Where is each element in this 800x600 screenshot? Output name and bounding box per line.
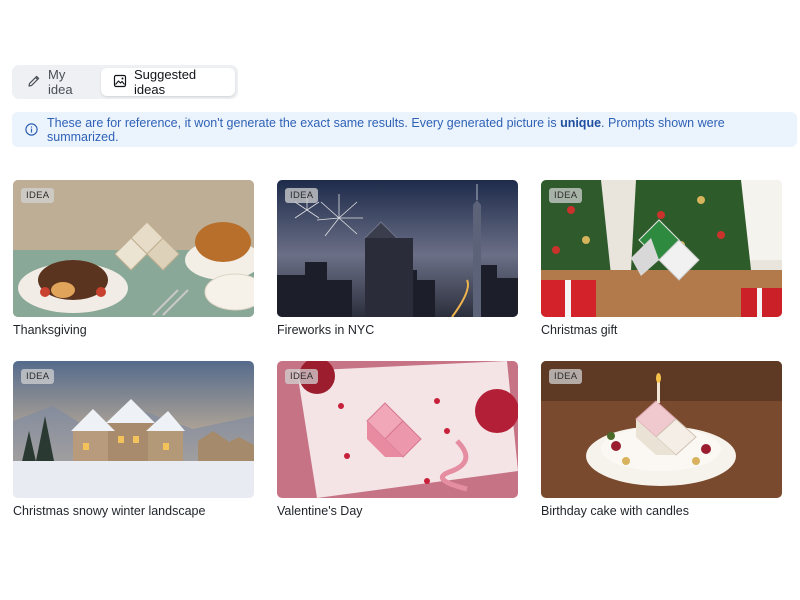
banner-text: These are for reference, it won't genera… <box>47 116 797 144</box>
idea-card-thanksgiving[interactable]: IDEA Thanksgiving <box>13 180 254 337</box>
idea-caption: Christmas gift <box>541 323 618 337</box>
idea-card-valentines-day[interactable]: IDEA Valentine's Day <box>277 361 518 518</box>
idea-badge: IDEA <box>549 188 583 203</box>
idea-image-fireworks-nyc: IDEA <box>277 180 518 317</box>
idea-caption: Birthday cake with candles <box>541 504 689 518</box>
idea-caption: Fireworks in NYC <box>277 323 375 337</box>
banner-emphasis: unique <box>560 115 602 130</box>
idea-card-fireworks-nyc[interactable]: IDEA Fireworks in NYC <box>277 180 518 337</box>
idea-caption: Valentine's Day <box>277 504 363 518</box>
idea-mode-tabs: My idea Suggested ideas <box>12 65 238 99</box>
info-icon <box>25 123 38 136</box>
tab-my-idea[interactable]: My idea <box>15 67 101 97</box>
idea-image-snowy-landscape: IDEA <box>13 361 254 498</box>
idea-image-birthday-cake: IDEA <box>541 361 782 498</box>
idea-badge: IDEA <box>549 369 583 384</box>
banner-text-before: These are for reference, it won't genera… <box>47 115 561 130</box>
info-banner: These are for reference, it won't genera… <box>12 112 797 147</box>
idea-badge: IDEA <box>285 369 319 384</box>
idea-card-snowy-landscape[interactable]: IDEA Christmas snowy winter landscape <box>13 361 254 518</box>
tab-suggested-ideas[interactable]: Suggested ideas <box>101 67 235 97</box>
idea-image-thanksgiving: IDEA <box>13 180 254 317</box>
idea-card-christmas-gift[interactable]: IDEA Christmas gift <box>541 180 782 337</box>
idea-badge: IDEA <box>21 369 55 384</box>
idea-badge: IDEA <box>21 188 55 203</box>
tab-suggested-ideas-label: Suggested ideas <box>134 67 197 97</box>
idea-caption: Christmas snowy winter landscape <box>13 504 206 518</box>
idea-badge: IDEA <box>285 188 319 203</box>
idea-caption: Thanksgiving <box>13 323 87 337</box>
image-icon <box>113 74 127 91</box>
idea-image-valentines-day: IDEA <box>277 361 518 498</box>
idea-card-birthday-cake[interactable]: IDEA Birthday cake with candles <box>541 361 782 518</box>
pencil-icon <box>27 74 41 91</box>
tab-my-idea-label: My idea <box>48 67 73 97</box>
idea-image-christmas-gift: IDEA <box>541 180 782 317</box>
